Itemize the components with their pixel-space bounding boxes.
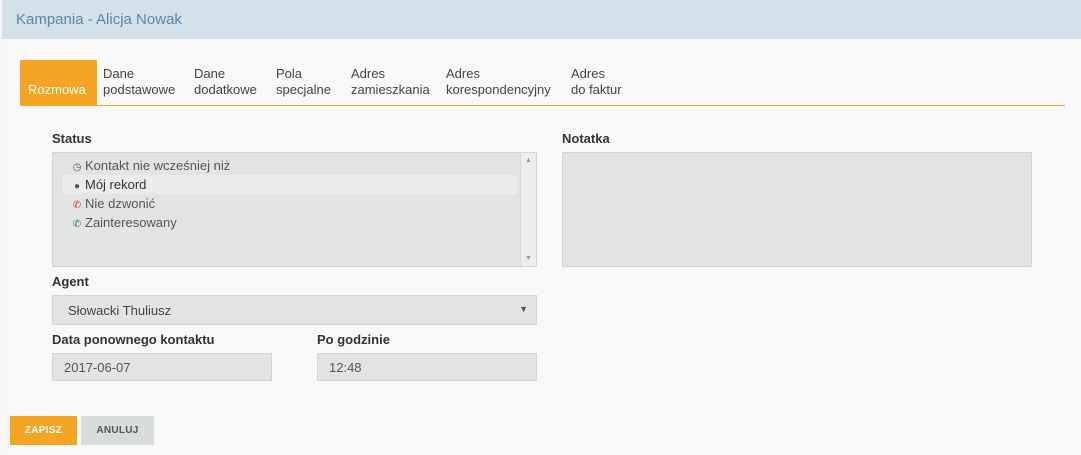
after-hour-field[interactable]: 12:48	[317, 353, 537, 381]
note-label: Notatka	[562, 131, 610, 146]
listbox-scrollbar[interactable]: ▲ ▼	[520, 153, 536, 266]
scroll-down-arrow-icon[interactable]: ▼	[521, 255, 536, 262]
tab-label-line1: Adres	[571, 66, 605, 81]
callback-date-label: Data ponownego kontaktu	[52, 332, 215, 347]
tab-pola-specjalne[interactable]: Pola specjalne	[276, 66, 331, 98]
callback-date-field[interactable]: 2017-06-07	[52, 353, 272, 381]
tab-label-line1: Dane	[194, 66, 226, 81]
status-option-label: Zainteresowany	[85, 215, 177, 230]
tab-label-line2: podstawowe	[103, 82, 176, 97]
agent-select[interactable]: Słowacki Thuliusz ▼	[52, 295, 537, 325]
tab-label-line2: zamieszkania	[351, 82, 430, 97]
status-option-nie-dzwonic[interactable]: ✆ Nie dzwonić	[71, 194, 155, 213]
chevron-down-icon: ▼	[519, 304, 528, 314]
tab-bar: Rozmowa Dane podstawowe Dane dodatkowe P…	[20, 60, 1065, 106]
tab-label: Rozmowa	[28, 82, 86, 97]
status-label: Status	[52, 131, 92, 146]
status-option-kontakt[interactable]: ◷ Kontakt nie wcześniej niż	[71, 156, 231, 175]
tab-label-line2: korespondencyjny	[446, 82, 551, 97]
tab-label-line1: Adres	[351, 66, 385, 81]
tab-adres-korespondencyjny[interactable]: Adres korespondencyjny	[446, 66, 551, 98]
status-option-moj-rekord[interactable]: ● Mój rekord	[63, 175, 517, 194]
after-hour-value: 12:48	[329, 360, 362, 375]
status-listbox[interactable]: ◷ Kontakt nie wcześniej niż ● Mój rekord ✆…	[52, 152, 537, 267]
tab-label-line2: do faktur	[571, 82, 622, 97]
tab-label-line2: dodatkowe	[194, 82, 257, 97]
window-header: Kampania - Alicja Nowak	[2, 0, 1081, 39]
agent-selected-value: Słowacki Thuliusz	[68, 303, 172, 318]
callback-date-value: 2017-06-07	[64, 360, 131, 375]
phone-icon: ✆	[72, 219, 82, 230]
tab-adres-zamieszkania[interactable]: Adres zamieszkania	[351, 66, 430, 98]
status-option-zainteresowany[interactable]: ✆ Zainteresowany	[71, 213, 177, 232]
status-option-label: Kontakt nie wcześniej niż	[85, 158, 231, 173]
tab-label-line1: Pola	[276, 66, 303, 81]
tab-label-line2: specjalne	[276, 82, 331, 97]
tab-rozmowa[interactable]: Rozmowa	[20, 60, 97, 105]
tab-adres-do-faktur[interactable]: Adres do faktur	[571, 66, 622, 98]
status-option-label: Nie dzwonić	[85, 196, 156, 211]
tab-dane-dodatkowe[interactable]: Dane dodatkowe	[194, 66, 257, 98]
scroll-up-arrow-icon[interactable]: ▲	[521, 157, 536, 164]
save-button[interactable]: ZAPISZ	[10, 416, 77, 445]
agent-label: Agent	[52, 274, 89, 289]
window-title: Kampania - Alicja Nowak	[16, 11, 182, 28]
after-hour-label: Po godzinie	[317, 332, 390, 347]
note-textarea[interactable]	[562, 152, 1032, 267]
tab-label-line1: Adres	[446, 66, 480, 81]
cancel-button[interactable]: ANULUJ	[81, 416, 154, 445]
status-option-label: Mój rekord	[85, 177, 147, 192]
tab-label-line1: Dane	[103, 66, 135, 81]
tab-dane-podstawowe[interactable]: Dane podstawowe	[103, 66, 175, 98]
